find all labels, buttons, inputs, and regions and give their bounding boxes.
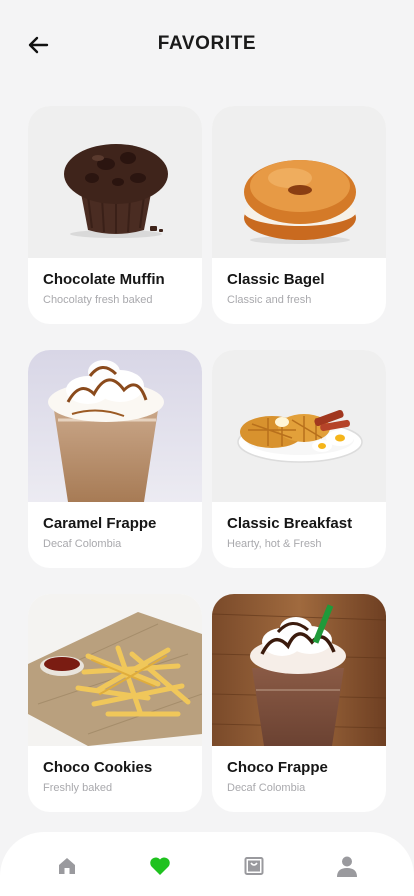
favorite-card[interactable]: Classic Breakfast Hearty, hot & Fresh xyxy=(212,350,386,568)
favorite-card[interactable]: Chocolate Muffin Chocolaty fresh baked xyxy=(28,106,202,324)
french-fries-image xyxy=(28,594,202,746)
choco-frappe-image xyxy=(212,594,386,746)
nav-favorite[interactable] xyxy=(140,852,180,880)
card-title: Caramel Frappe xyxy=(43,515,157,532)
favorite-card[interactable]: Classic Bagel Classic and fresh xyxy=(212,106,386,324)
favorites-screen: FAVORITE Chocolate Muffin Chocolaty fres… xyxy=(0,0,414,896)
waffle-breakfast-image xyxy=(212,350,386,502)
card-title: Choco Frappe xyxy=(227,759,328,776)
card-subtitle: Decaf Colombia xyxy=(43,538,122,550)
bottom-nav xyxy=(0,832,414,896)
heart-icon xyxy=(150,857,171,875)
card-subtitle: Freshly baked xyxy=(43,782,113,794)
header: FAVORITE xyxy=(0,0,414,90)
nav-bag[interactable] xyxy=(234,852,274,880)
card-subtitle: Classic and fresh xyxy=(227,294,312,306)
card-title: Classic Breakfast xyxy=(227,515,353,532)
card-title: Choco Cookies xyxy=(43,759,153,776)
home-icon xyxy=(58,858,75,874)
page-title: FAVORITE xyxy=(157,33,257,54)
card-title: Chocolate Muffin xyxy=(43,271,165,288)
bagel-image xyxy=(212,106,386,258)
favorite-card[interactable]: Caramel Frappe Decaf Colombia xyxy=(28,350,202,568)
chocolate-muffin-image xyxy=(28,106,202,258)
card-subtitle: Decaf Colombia xyxy=(227,782,306,794)
profile-icon xyxy=(337,856,358,877)
caramel-frappe-image xyxy=(28,350,202,502)
favorites-grid: Chocolate Muffin Chocolaty fresh baked C… xyxy=(28,106,386,812)
favorite-card[interactable]: Choco Cookies Freshly baked xyxy=(28,594,202,812)
nav-home[interactable] xyxy=(47,852,87,880)
card-title: Classic Bagel xyxy=(227,271,325,288)
favorite-card[interactable]: Choco Frappe Decaf Colombia xyxy=(212,594,386,812)
card-subtitle: Chocolaty fresh baked xyxy=(43,294,153,306)
card-subtitle: Hearty, hot & Fresh xyxy=(227,538,322,550)
nav-profile[interactable] xyxy=(327,852,367,880)
bag-icon xyxy=(244,857,264,875)
